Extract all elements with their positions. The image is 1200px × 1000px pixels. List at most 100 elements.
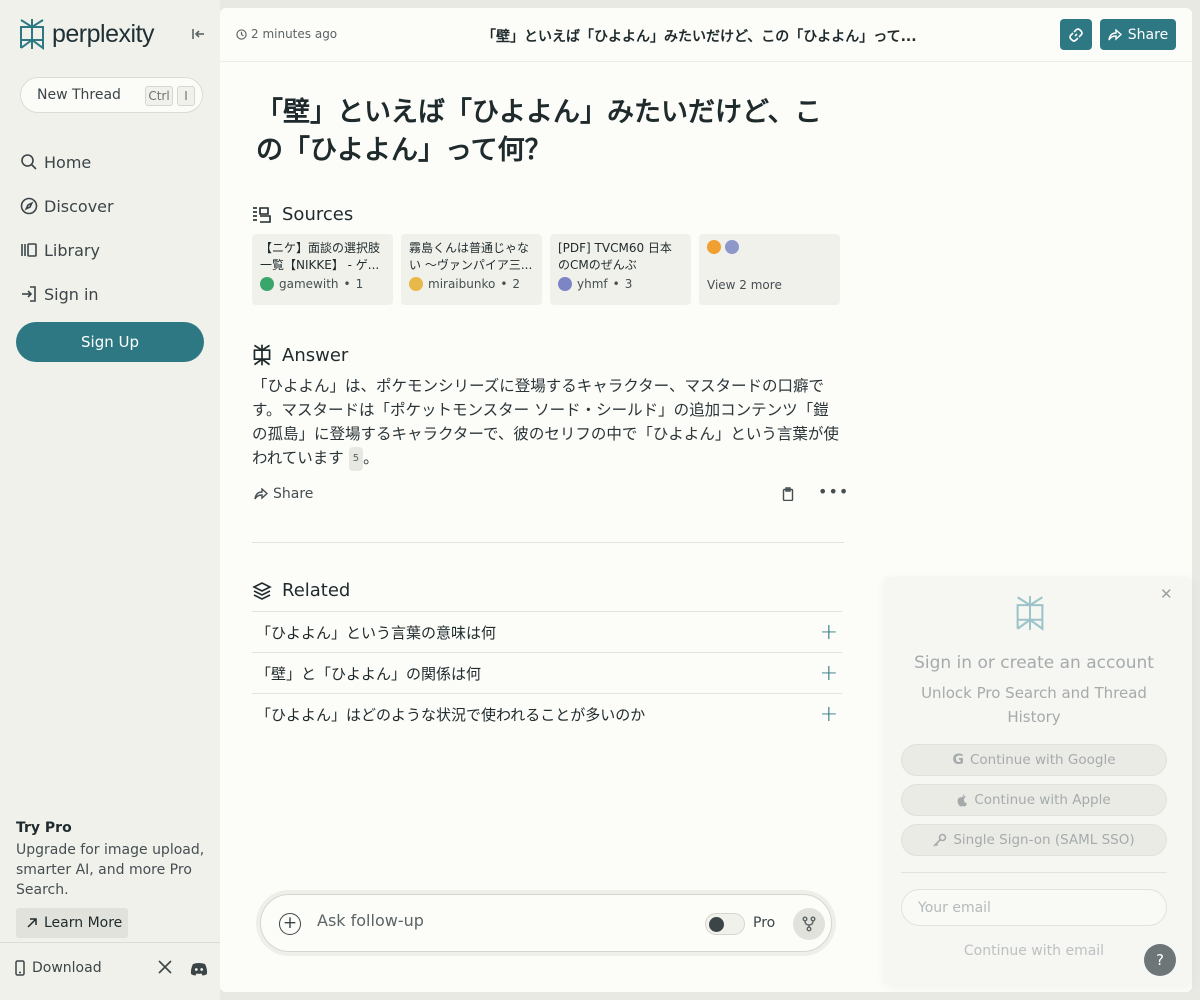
continue-with-google-button[interactable]: G Continue with Google <box>901 744 1167 776</box>
share-button[interactable]: Share <box>1100 19 1176 50</box>
collapse-sidebar-icon[interactable] <box>190 26 208 44</box>
source-separator: • <box>343 277 351 291</box>
pro-toggle[interactable] <box>705 913 745 935</box>
related-question[interactable]: 「壁」と「ひよよん」の関係は何 + <box>252 652 842 693</box>
mobile-icon <box>15 960 25 976</box>
arrow-up-right-icon <box>27 918 37 928</box>
discord-icon[interactable] <box>190 961 208 980</box>
sidebar-item-discover[interactable]: Discover <box>20 184 200 228</box>
related-question-text: 「ひよよん」はどのような状況で使われることが多いのか <box>256 705 646 724</box>
modal-divider <box>901 872 1167 873</box>
share-icon <box>1108 28 1122 41</box>
plus-icon: + <box>819 701 838 727</box>
source-title: [PDF] TVCM60 日本のCMのぜんぶ 1953-... <box>558 241 672 272</box>
citation-badge[interactable]: 5 <box>348 447 364 471</box>
plus-icon: + <box>819 660 838 686</box>
perplexity-logo-icon <box>20 19 44 50</box>
related-list: 「ひよよん」という言葉の意味は何 + 「壁」と「ひよよん」の関係は何 + 「ひよ… <box>252 611 842 734</box>
pro-label: Pro <box>753 915 776 931</box>
source-index: 3 <box>624 277 633 291</box>
related-question-text: 「壁」と「ひよよん」の関係は何 <box>256 664 482 683</box>
shortcut-ctrl-key: Ctrl <box>145 86 173 106</box>
sign-up-button[interactable]: Sign Up <box>16 322 204 362</box>
sign-in-modal: ✕ Sign in or create an account Unlock Pr… <box>884 577 1192 985</box>
source-card[interactable]: [PDF] TVCM60 日本のCMのぜんぶ 1953-... yhmf • 3 <box>550 234 691 305</box>
new-thread-label: New Thread <box>37 87 121 103</box>
related-question-text: 「ひよよん」という言葉の意味は何 <box>256 623 497 642</box>
sidebar-footer: Download <box>0 942 220 1000</box>
perplexity-logo-icon <box>1016 596 1044 631</box>
thread-header: 2 minutes ago 「壁」といえば「ひよよん」みたいだけど、この「ひよよ… <box>220 8 1192 62</box>
yhmf-favicon-icon <box>558 277 572 291</box>
sign-in-icon <box>22 286 36 302</box>
plus-icon: + <box>819 619 838 645</box>
sources-icon <box>253 206 271 223</box>
sidebar-item-label: Discover <box>44 196 114 216</box>
globe-favicon-icon <box>725 240 739 254</box>
download-label: Download <box>32 960 102 976</box>
close-icon[interactable]: ✕ <box>1160 585 1173 603</box>
more-favicons <box>707 240 832 260</box>
source-card[interactable]: 霧島くんは普通じゃない ～ヴァンパイア三... miraibunko • 2 <box>401 234 542 305</box>
copy-link-button[interactable] <box>1060 19 1092 50</box>
try-pro-title: Try Pro <box>16 820 72 836</box>
answer-actions: Share ••• <box>252 482 848 506</box>
continue-with-apple-button[interactable]: Continue with Apple <box>901 784 1167 816</box>
sidebar-item-label: Home <box>44 152 92 172</box>
compass-icon <box>20 197 38 215</box>
source-title: 霧島くんは普通じゃない ～ヴァンパイア三... <box>409 241 533 272</box>
brand-name: perplexity <box>52 19 155 48</box>
source-separator: • <box>500 277 508 291</box>
toggle-knob <box>709 917 724 932</box>
sidebar-item-library[interactable]: Library <box>20 228 200 272</box>
sources-heading-text: Sources <box>282 204 354 225</box>
sidebar-item-label: Sign in <box>44 284 99 304</box>
source-index: 2 <box>512 277 521 291</box>
related-question[interactable]: 「ひよよん」はどのような状況で使われることが多いのか + <box>252 693 842 734</box>
sidebar-nav: Home Discover Library Sign in <box>20 140 200 316</box>
source-title: 【ニケ】面談の選択肢一覧【NIKKE】 - ゲ... <box>260 241 381 272</box>
more-options-icon[interactable]: ••• <box>818 482 849 501</box>
related-question[interactable]: 「ひよよん」という言葉の意味は何 + <box>252 611 842 652</box>
clock-icon <box>236 28 247 40</box>
branch-icon <box>802 916 816 932</box>
answer-paragraph: 「ひよよん」は、ポケモンシリーズに登場するキャラクター、マスタードの口癖です。マ… <box>252 377 839 467</box>
modal-title: Sign in or create an account <box>914 653 1154 673</box>
follow-up-bar: + Pro <box>260 894 832 952</box>
answer-share-button[interactable]: Share <box>254 486 313 502</box>
library-icon <box>21 243 37 257</box>
attach-plus-icon[interactable]: + <box>279 913 301 935</box>
continue-with-email-button[interactable]: Continue with email <box>884 943 1184 959</box>
search-icon <box>21 154 37 170</box>
view-more-sources-card[interactable]: View 2 more <box>699 234 840 305</box>
sidebar-item-label: Library <box>44 240 100 260</box>
share-icon <box>254 488 268 500</box>
key-icon <box>933 833 947 847</box>
submit-button[interactable] <box>793 908 825 940</box>
answer-end: 。 <box>363 449 379 467</box>
copy-icon[interactable] <box>782 486 794 505</box>
sso-label: Single Sign-on (SAML SSO) <box>953 832 1135 848</box>
sidebar-item-sign-in[interactable]: Sign in <box>20 272 200 316</box>
follow-up-input[interactable] <box>317 911 677 930</box>
time-ago-text: 2 minutes ago <box>251 27 338 41</box>
try-pro-panel: Try Pro Upgrade for image upload, smarte… <box>16 820 206 938</box>
try-pro-description: Upgrade for image upload, smarter AI, an… <box>16 842 205 898</box>
new-thread-button[interactable]: New Thread Ctrl I <box>20 77 203 113</box>
perplexity-answer-icon <box>253 344 271 366</box>
sidebar-item-home[interactable]: Home <box>20 140 200 184</box>
download-link[interactable]: Download <box>14 960 102 976</box>
apple-label: Continue with Apple <box>974 792 1111 808</box>
learn-more-label: Learn More <box>44 915 123 931</box>
learn-more-button[interactable]: Learn More <box>16 908 128 938</box>
email-field[interactable] <box>901 889 1167 926</box>
source-card[interactable]: 【ニケ】面談の選択肢一覧【NIKKE】 - ゲ... gamewith • 1 <box>252 234 393 305</box>
source-meta: gamewith • 1 <box>260 277 385 291</box>
source-site: miraibunko <box>428 277 496 291</box>
brand-logo[interactable]: perplexity <box>18 18 155 50</box>
x-twitter-icon[interactable] <box>158 960 172 978</box>
sidebar: perplexity New Thread Ctrl I Home Discov… <box>0 0 220 1000</box>
help-button[interactable]: ? <box>1144 944 1176 976</box>
source-meta: yhmf • 3 <box>558 277 683 291</box>
single-sign-on-button[interactable]: Single Sign-on (SAML SSO) <box>901 824 1167 856</box>
